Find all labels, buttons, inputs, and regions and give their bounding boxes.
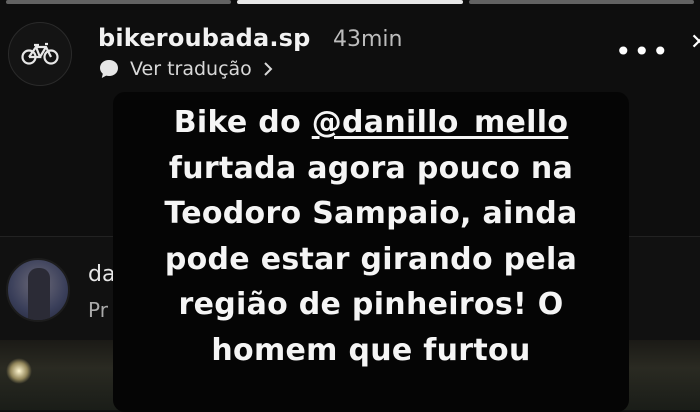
caption-line-2: furtada agora pouco na	[168, 150, 574, 186]
progress-segment	[6, 0, 232, 4]
caption-line-5: região de pinheiros! O	[178, 287, 564, 322]
embedded-post-avatar[interactable]	[6, 258, 70, 322]
embedded-post-subtitle: Pr	[88, 298, 108, 322]
story-username[interactable]: bikeroubada.sp	[98, 24, 311, 52]
embedded-post-username[interactable]: da	[88, 262, 115, 287]
translate-label: Ver tradução	[130, 58, 252, 80]
story-caption-text: Bike do @danillo_mello furtada agora pou…	[113, 100, 629, 373]
caption-mention-link[interactable]: @danillo_mello	[312, 105, 569, 140]
caption-prefix: Bike do	[173, 105, 312, 140]
story-progress-bar	[0, 0, 700, 6]
chevron-right-icon	[264, 62, 273, 76]
street-light	[6, 358, 32, 384]
caption-line-3: Teodoro Sampaio, ainda	[164, 196, 578, 231]
caption-line-1: Bike do @danillo_mello	[113, 100, 629, 146]
chat-bubble-icon	[100, 60, 118, 78]
caption-line-6: homem que furtou	[211, 332, 531, 368]
bicycle-icon	[21, 42, 59, 65]
progress-segment-active	[237, 0, 463, 4]
story-time-ago: 43min	[333, 27, 403, 52]
progress-segment	[468, 0, 694, 4]
profile-avatar[interactable]	[8, 22, 72, 86]
more-options-icon[interactable]: •••	[615, 38, 671, 66]
close-icon[interactable]: ✕	[690, 30, 700, 76]
translate-link[interactable]: Ver tradução	[98, 58, 274, 80]
caption-line-4: pode estar girando pela	[164, 241, 578, 277]
